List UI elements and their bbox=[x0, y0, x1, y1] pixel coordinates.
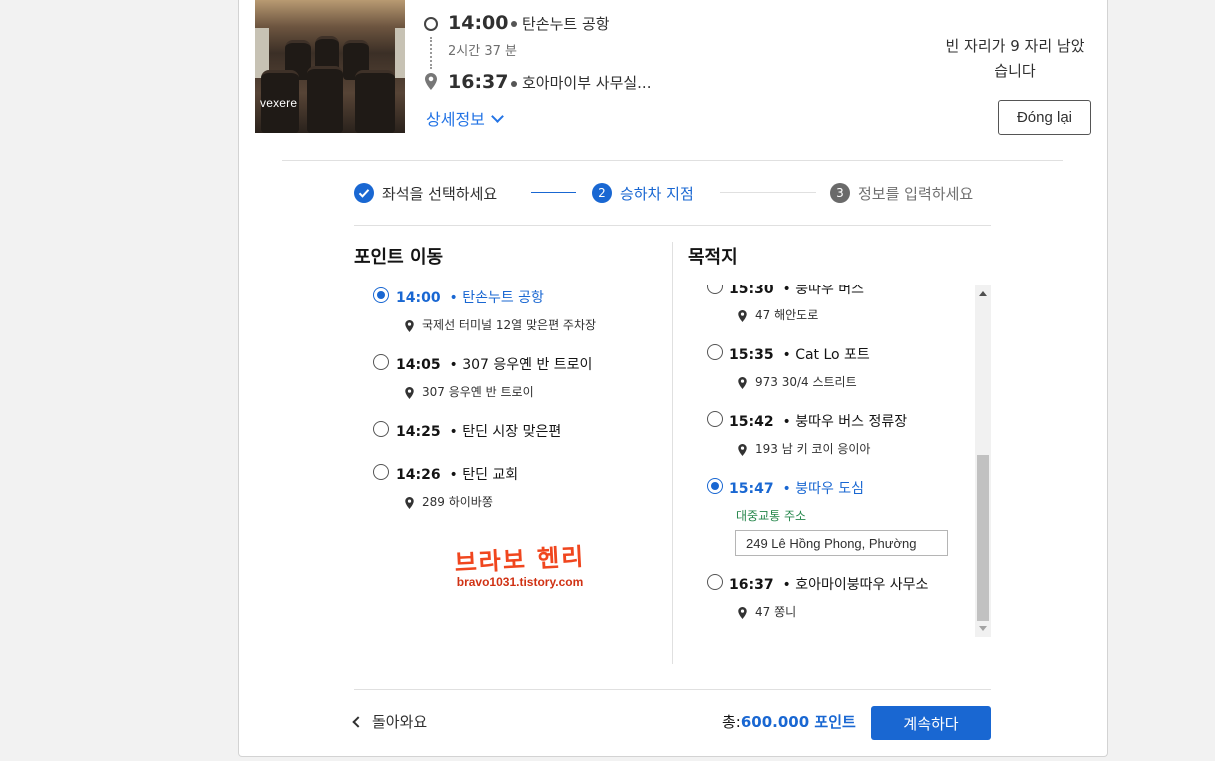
back-label: 돌아와요 bbox=[372, 713, 428, 731]
dropoff-radio-5[interactable] bbox=[707, 574, 723, 590]
scroll-down-arrow-icon[interactable] bbox=[979, 626, 987, 631]
separator-dot bbox=[511, 81, 517, 87]
stop-time: 14:05 bbox=[396, 357, 441, 373]
stop-time: 14:00 bbox=[396, 290, 441, 306]
stop-name: 호아마이붕따우 사무소 bbox=[795, 577, 929, 593]
stop-time: 16:37 bbox=[729, 577, 774, 593]
transit-address-label: 대중교통 주소 bbox=[736, 509, 807, 523]
arrival-place: 호아마이부 사무실... bbox=[522, 74, 652, 92]
departure-time: 14:00 bbox=[448, 12, 509, 34]
details-toggle[interactable]: 상세정보 bbox=[426, 106, 504, 130]
scroll-up-arrow-icon[interactable] bbox=[979, 291, 987, 296]
arrival-time: 16:37 bbox=[448, 71, 509, 93]
stop-address: 289 하이바쫑 bbox=[405, 493, 493, 510]
divider bbox=[282, 160, 1063, 161]
stop-time: 14:26 bbox=[396, 467, 441, 483]
vexere-logo: vexere bbox=[260, 96, 298, 110]
back-button[interactable]: 돌아와요 bbox=[352, 711, 428, 732]
pickup-option-4[interactable]: 14:26 • 탄딘 교회 bbox=[396, 464, 518, 484]
dropoff-option-4[interactable]: 15:47 • 붕따우 도심 bbox=[729, 478, 864, 498]
watermark-title: 브라보 헨리 bbox=[453, 541, 587, 578]
separator-dot bbox=[511, 21, 517, 27]
location-pin-icon bbox=[738, 443, 747, 456]
continue-button[interactable]: 계속하다 bbox=[871, 706, 991, 740]
dropoff-title: 목적지 bbox=[688, 247, 738, 268]
departure-place: 탄손누트 공항 bbox=[522, 15, 610, 33]
location-pin-icon bbox=[405, 386, 414, 399]
stop-name: 탄손누트 공항 bbox=[462, 290, 544, 306]
pickup-radio-4[interactable] bbox=[373, 464, 389, 480]
stop-name: 307 응우옌 반 트로이 bbox=[462, 357, 593, 373]
location-pin-icon bbox=[405, 319, 414, 332]
step-number-3: 3 bbox=[830, 183, 850, 203]
stop-name: 탄딘 교회 bbox=[462, 467, 519, 483]
location-pin-icon bbox=[738, 606, 747, 619]
seats-remaining: 빈 자리가 9 자리 남았습니다 bbox=[945, 37, 1085, 80]
route-dotted-line bbox=[430, 37, 432, 69]
stop-time: 15:42 bbox=[729, 414, 774, 430]
stop-name: 탄딘 시장 맞은편 bbox=[462, 424, 562, 440]
close-button[interactable]: Đóng lại bbox=[998, 100, 1091, 135]
step-pickup-dropoff: 승하차 지점 bbox=[620, 185, 694, 203]
stop-time: 15:35 bbox=[729, 347, 774, 363]
pickup-option-1[interactable]: 14:00 • 탄손누트 공항 bbox=[396, 287, 544, 307]
trip-duration: 2시간 37 분 bbox=[448, 44, 517, 59]
dropoff-radio-2[interactable] bbox=[707, 344, 723, 360]
chevron-left-icon bbox=[352, 716, 364, 728]
stop-name: 붕따우 버스 정류장 bbox=[795, 414, 908, 430]
blog-watermark: 브라보 헨리 bravo1031.tistory.com bbox=[440, 542, 600, 589]
pickup-option-2[interactable]: 14:05 • 307 응우옌 반 트로이 bbox=[396, 354, 592, 374]
step-connector bbox=[531, 192, 576, 193]
divider bbox=[354, 225, 991, 226]
dropoff-option-3[interactable]: 15:42 • 붕따우 버스 정류장 bbox=[729, 411, 907, 431]
stop-address: 193 남 키 코이 응이아 bbox=[738, 440, 870, 457]
step-select-seat: 좌석을 선택하세요 bbox=[382, 185, 498, 203]
stop-time: 15:30 bbox=[729, 285, 774, 297]
location-pin-icon bbox=[425, 73, 437, 90]
divider bbox=[354, 689, 991, 690]
stop-address: 국제선 터미널 12열 맞은편 주차장 bbox=[405, 316, 596, 333]
dropoff-radio-1[interactable] bbox=[707, 285, 723, 294]
total-prefix: 총: bbox=[722, 713, 741, 731]
details-label: 상세정보 bbox=[426, 110, 485, 129]
stop-address: 307 응우옌 반 트로이 bbox=[405, 383, 534, 400]
stop-name: 붕따우 버스 bbox=[795, 285, 865, 297]
dropoff-radio-4[interactable] bbox=[707, 478, 723, 494]
column-divider bbox=[672, 242, 673, 664]
dropoff-option-1[interactable]: 15:30 • 붕따우 버스 bbox=[729, 285, 864, 298]
bus-interior-photo: vexere bbox=[255, 0, 405, 133]
dropoff-scrollbar[interactable] bbox=[975, 285, 991, 637]
stop-address: 47 쫑니 bbox=[738, 603, 796, 620]
step-enter-info: 정보를 입력하세요 bbox=[858, 185, 974, 203]
transit-address-input[interactable] bbox=[735, 530, 948, 556]
location-pin-icon bbox=[738, 376, 747, 389]
pickup-option-3[interactable]: 14:25 • 탄딘 시장 맞은편 bbox=[396, 421, 561, 441]
total-value: 600.000 포인트 bbox=[740, 713, 856, 731]
total-price: 총:600.000 포인트 bbox=[722, 711, 856, 732]
step-connector bbox=[720, 192, 816, 193]
chevron-down-icon bbox=[491, 110, 504, 123]
stop-time: 15:47 bbox=[729, 481, 774, 497]
dropoff-list[interactable]: 15:30 • 붕따우 버스 47 해안도로 15:35 • Cat Lo 포트… bbox=[688, 285, 974, 637]
dropoff-radio-3[interactable] bbox=[707, 411, 723, 427]
step-number-2: 2 bbox=[592, 183, 612, 203]
pickup-title: 포인트 이동 bbox=[354, 247, 444, 268]
stop-address: 47 해안도로 bbox=[738, 306, 818, 323]
origin-circle-icon bbox=[424, 17, 438, 31]
dropoff-option-5[interactable]: 16:37 • 호아마이붕따우 사무소 bbox=[729, 574, 928, 594]
stop-name: 붕따우 도심 bbox=[795, 481, 865, 497]
pickup-radio-3[interactable] bbox=[373, 421, 389, 437]
check-icon bbox=[354, 183, 374, 203]
dropoff-option-2[interactable]: 15:35 • Cat Lo 포트 bbox=[729, 344, 870, 364]
stop-address: 973 30/4 스트리트 bbox=[738, 373, 857, 390]
stop-name: Cat Lo 포트 bbox=[795, 347, 870, 363]
pickup-radio-1[interactable] bbox=[373, 287, 389, 303]
scrollbar-thumb[interactable] bbox=[977, 455, 989, 621]
stop-time: 14:25 bbox=[396, 424, 441, 440]
location-pin-icon bbox=[738, 309, 747, 322]
pickup-radio-2[interactable] bbox=[373, 354, 389, 370]
location-pin-icon bbox=[405, 496, 414, 509]
